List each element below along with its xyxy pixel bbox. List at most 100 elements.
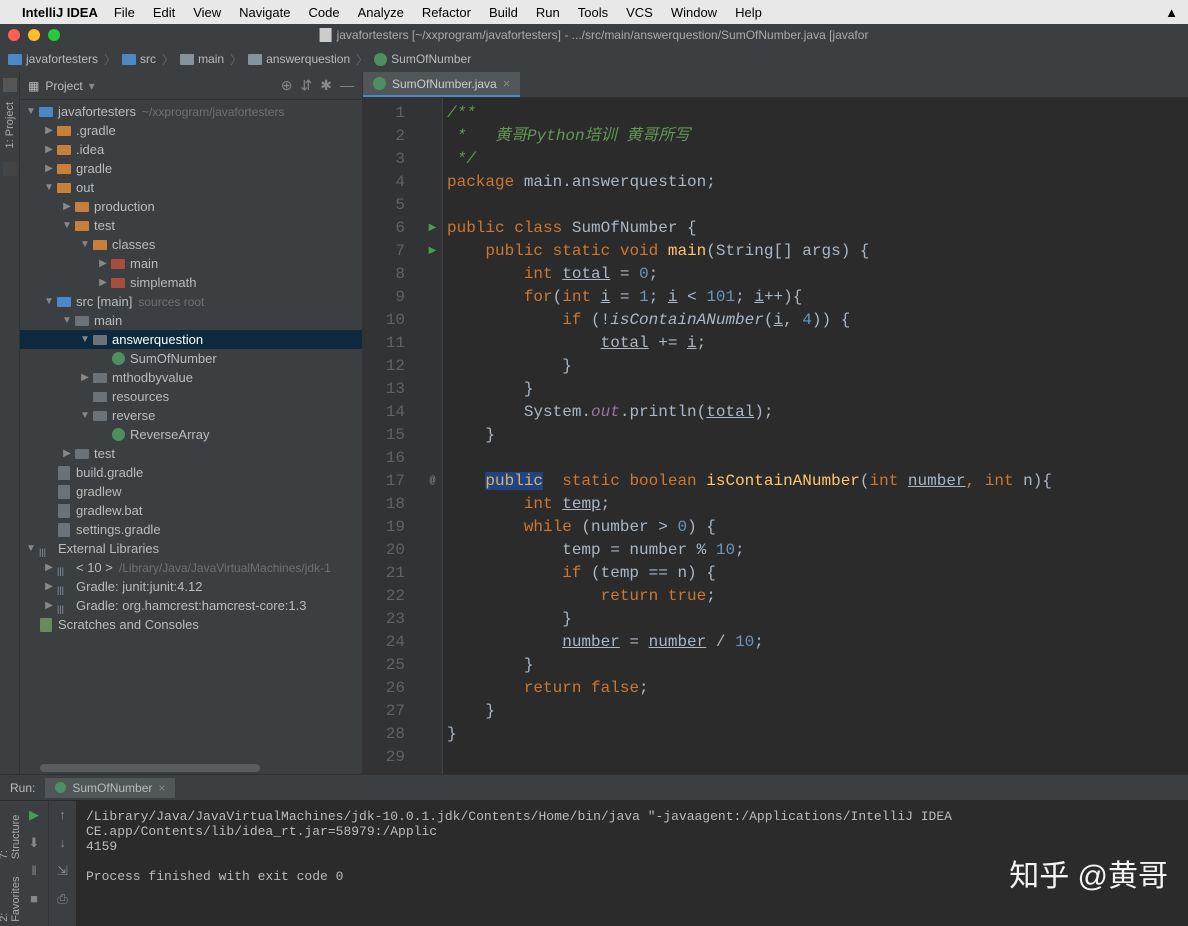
down-icon[interactable]: ↓ xyxy=(55,835,71,851)
menu-window[interactable]: Window xyxy=(671,5,717,20)
menu-run[interactable]: Run xyxy=(536,5,560,20)
tree-row[interactable]: ▶.idea xyxy=(20,140,362,159)
tree-arrow-icon[interactable]: ▶ xyxy=(96,277,110,288)
menu-help[interactable]: Help xyxy=(735,5,762,20)
menubar-right-icons[interactable]: ▲ xyxy=(1165,5,1178,20)
tree-row[interactable]: ▼reverse xyxy=(20,406,362,425)
tree-arrow-icon[interactable]: ▶ xyxy=(60,448,74,459)
tree-row[interactable]: gradlew xyxy=(20,482,362,501)
bc-main[interactable]: main xyxy=(180,52,224,66)
tree-row[interactable]: ▶.gradle xyxy=(20,121,362,140)
pause-icon[interactable]: ‖ xyxy=(26,863,42,879)
tree-arrow-icon[interactable]: ▼ xyxy=(78,334,92,345)
tree-row[interactable]: build.gradle xyxy=(20,463,362,482)
rerun-icon[interactable]: ▶ xyxy=(26,807,42,823)
tool-icon[interactable] xyxy=(3,162,17,176)
export-icon[interactable]: ⇲ xyxy=(55,863,71,879)
tree-arrow-icon[interactable]: ▶ xyxy=(42,144,56,155)
tree-row[interactable]: SumOfNumber xyxy=(20,349,362,368)
menu-file[interactable]: File xyxy=(114,5,135,20)
menu-build[interactable]: Build xyxy=(489,5,518,20)
tree-arrow-icon[interactable]: ▶ xyxy=(42,125,56,136)
tree-row[interactable]: ▶Gradle: org.hamcrest:hamcrest-core:1.3 xyxy=(20,596,362,615)
stop-icon[interactable]: ■ xyxy=(26,891,42,907)
menu-code[interactable]: Code xyxy=(308,5,339,20)
stop-down-icon[interactable]: ⬇ xyxy=(26,835,42,851)
tree-arrow-icon[interactable]: ▼ xyxy=(78,239,92,250)
hide-icon[interactable]: — xyxy=(340,77,354,94)
tab-favorites[interactable]: 2: Favorites xyxy=(0,863,22,926)
bc-root[interactable]: javafortesters xyxy=(8,52,98,66)
code-area[interactable]: 1234567891011121314151617181920212223242… xyxy=(363,98,1188,774)
tree-row[interactable]: ▼javafortesters~/xxprogram/javafortester… xyxy=(20,102,362,121)
window-titlebar[interactable]: javafortesters [~/xxprogram/javaforteste… xyxy=(0,24,1188,46)
settings-icon[interactable]: ✱ xyxy=(320,77,332,94)
tree-arrow-icon[interactable]: ▶ xyxy=(96,258,110,269)
tree-row[interactable]: settings.gradle xyxy=(20,520,362,539)
menu-navigate[interactable]: Navigate xyxy=(239,5,290,20)
tab-structure[interactable]: 7: Structure xyxy=(0,801,22,863)
tree-row[interactable]: ▶production xyxy=(20,197,362,216)
collapse-icon[interactable]: ⇵ xyxy=(301,77,313,94)
tree-row[interactable]: ▶simplemath xyxy=(20,273,362,292)
bc-class[interactable]: SumOfNumber xyxy=(374,52,471,66)
project-tool-icon[interactable] xyxy=(3,78,17,92)
tree-row[interactable]: ▼test xyxy=(20,216,362,235)
gutter-markers[interactable]: ▶▶@ xyxy=(423,98,443,774)
minimize-button[interactable] xyxy=(28,29,40,41)
tree-row[interactable]: ▼answerquestion xyxy=(20,330,362,349)
tree-arrow-icon[interactable]: ▶ xyxy=(42,562,56,573)
project-tree[interactable]: ▼javafortesters~/xxprogram/javafortester… xyxy=(20,100,362,762)
tab-project[interactable]: 1: Project xyxy=(4,96,16,154)
up-icon[interactable]: ↑ xyxy=(55,807,71,823)
tree-arrow-icon[interactable]: ▼ xyxy=(78,410,92,421)
tree-arrow-icon[interactable]: ▼ xyxy=(60,315,74,326)
tree-row[interactable]: resources xyxy=(20,387,362,406)
tree-row[interactable]: ▶< 10 >/Library/Java/JavaVirtualMachines… xyxy=(20,558,362,577)
line-gutter[interactable]: 1234567891011121314151617181920212223242… xyxy=(363,98,423,774)
tree-row[interactable]: ▼src [main]sources root xyxy=(20,292,362,311)
tree-arrow-icon[interactable]: ▼ xyxy=(24,543,38,554)
tree-row[interactable]: ▼External Libraries xyxy=(20,539,362,558)
tree-arrow-icon[interactable]: ▶ xyxy=(42,600,56,611)
tree-row[interactable]: ▼out xyxy=(20,178,362,197)
tree-hscroll[interactable] xyxy=(20,762,362,774)
editor-tab[interactable]: SumOfNumber.java × xyxy=(363,72,520,97)
close-icon[interactable]: × xyxy=(158,781,165,795)
dropdown-icon[interactable]: ▾ xyxy=(89,79,95,93)
menu-edit[interactable]: Edit xyxy=(153,5,175,20)
tree-arrow-icon[interactable]: ▶ xyxy=(60,201,74,212)
close-tab-icon[interactable]: × xyxy=(503,76,511,91)
tree-arrow-icon[interactable]: ▼ xyxy=(24,106,38,117)
tree-row[interactable]: ReverseArray xyxy=(20,425,362,444)
tree-arrow-icon[interactable]: ▼ xyxy=(42,182,56,193)
tree-arrow-icon[interactable]: ▶ xyxy=(42,163,56,174)
locate-icon[interactable]: ⊕ xyxy=(281,77,293,94)
menu-analyze[interactable]: Analyze xyxy=(358,5,404,20)
menu-refactor[interactable]: Refactor xyxy=(422,5,471,20)
tree-row[interactable]: ▶test xyxy=(20,444,362,463)
tree-row[interactable]: ▶gradle xyxy=(20,159,362,178)
tree-row[interactable]: ▼main xyxy=(20,311,362,330)
run-config-tab[interactable]: SumOfNumber × xyxy=(45,778,175,798)
tree-row[interactable]: Scratches and Consoles xyxy=(20,615,362,634)
tree-row[interactable]: ▼classes xyxy=(20,235,362,254)
zoom-button[interactable] xyxy=(48,29,60,41)
menu-view[interactable]: View xyxy=(193,5,221,20)
tree-row[interactable]: ▶mthodbyvalue xyxy=(20,368,362,387)
tree-row[interactable]: gradlew.bat xyxy=(20,501,362,520)
bc-src[interactable]: src xyxy=(122,52,156,66)
bc-pkg[interactable]: answerquestion xyxy=(248,52,350,66)
tree-row[interactable]: ▶main xyxy=(20,254,362,273)
tree-arrow-icon[interactable]: ▶ xyxy=(78,372,92,383)
tree-arrow-icon[interactable]: ▼ xyxy=(60,220,74,231)
tree-row[interactable]: ▶Gradle: junit:junit:4.12 xyxy=(20,577,362,596)
code-content[interactable]: /** * 黄哥Python培训 黄哥所写 */ package main.an… xyxy=(443,98,1188,774)
tree-arrow-icon[interactable]: ▼ xyxy=(42,296,56,307)
close-button[interactable] xyxy=(8,29,20,41)
print-icon[interactable]: ⎙ xyxy=(55,891,71,907)
menu-tools[interactable]: Tools xyxy=(578,5,608,20)
app-name[interactable]: IntelliJ IDEA xyxy=(22,5,98,20)
tree-arrow-icon[interactable]: ▶ xyxy=(42,581,56,592)
menu-vcs[interactable]: VCS xyxy=(626,5,653,20)
